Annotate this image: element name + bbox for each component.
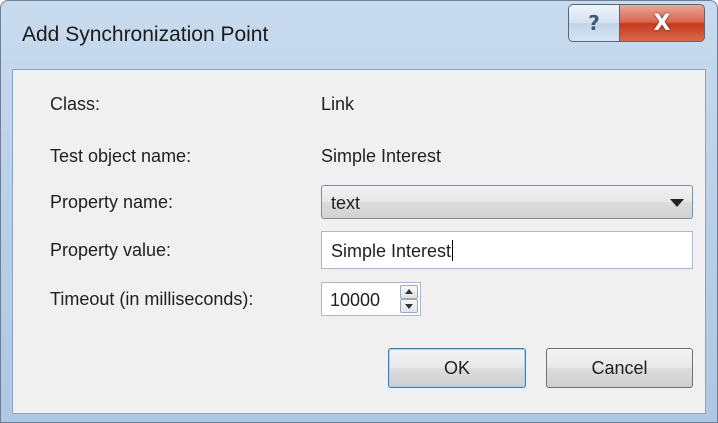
class-value: Link: [321, 94, 355, 114]
close-button[interactable]: X: [619, 4, 705, 42]
chevron-down-icon[interactable]: [670, 199, 684, 207]
help-icon: ?: [588, 11, 600, 35]
test-object-name-label: Test object name:: [50, 146, 192, 166]
test-object-name-value: Simple Interest: [321, 146, 442, 166]
ok-button-label: OK: [443, 357, 470, 378]
property-name-selected-value: text: [331, 193, 361, 213]
close-icon: X: [653, 10, 671, 36]
timeout-value[interactable]: 10000: [330, 290, 380, 311]
property-name-label: Property name:: [50, 192, 174, 212]
window-title: Add Synchronization Point: [22, 23, 269, 46]
help-button[interactable]: ?: [568, 4, 620, 42]
property-value-label: Property value:: [50, 240, 172, 260]
title-bar[interactable]: Add Synchronization Point ? X: [1, 1, 717, 69]
cancel-button-label: Cancel: [591, 357, 648, 378]
spin-up-icon[interactable]: [400, 285, 418, 299]
dialog-client-area: Class: Link Test object name: Simple Int…: [12, 69, 706, 414]
class-label: Class:: [50, 94, 101, 114]
property-value-text: Simple Interest: [331, 240, 454, 262]
spin-down-icon[interactable]: [400, 299, 418, 313]
timeout-label: Timeout (in milliseconds):: [50, 289, 254, 309]
dialog-window: Add Synchronization Point ? X Class: Lin…: [0, 0, 718, 423]
cancel-button[interactable]: Cancel: [546, 348, 693, 388]
property-value-input[interactable]: Simple Interest: [321, 231, 693, 269]
property-name-select[interactable]: text: [321, 185, 693, 219]
property-value-content: Simple Interest: [331, 241, 452, 261]
text-caret: [452, 240, 454, 261]
timeout-stepper[interactable]: 10000: [321, 282, 421, 316]
ok-button[interactable]: OK: [388, 348, 526, 388]
